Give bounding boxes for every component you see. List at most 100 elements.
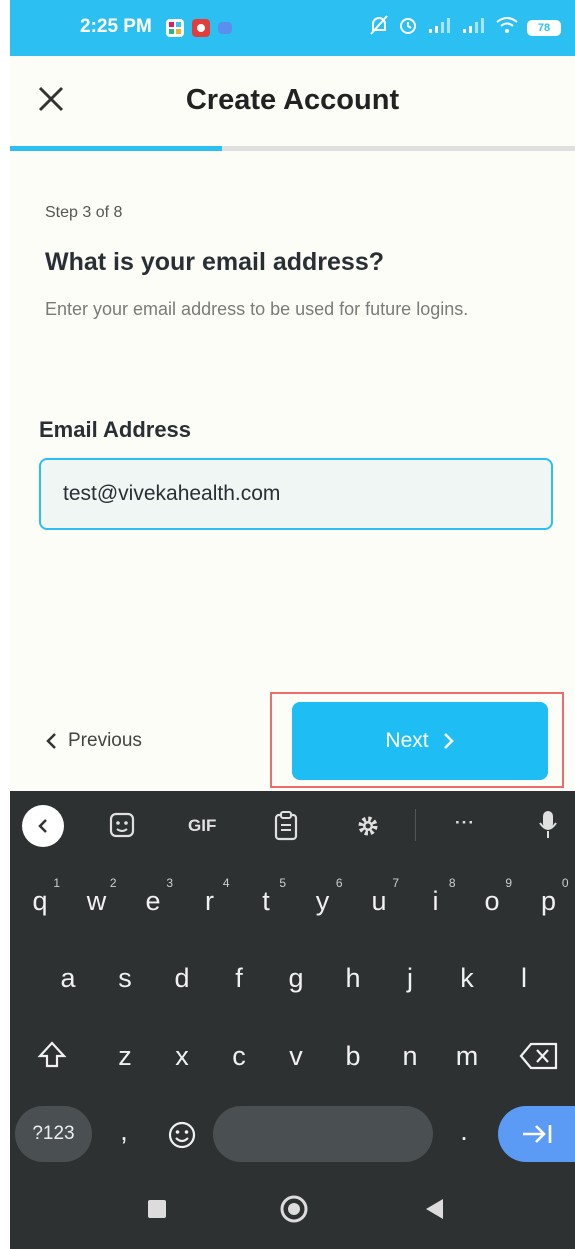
key-u[interactable]: u7	[357, 876, 401, 917]
key-label: e	[145, 886, 161, 916]
key-r[interactable]: r4	[188, 876, 232, 917]
key-hint-number: 0	[561, 876, 569, 890]
key-i[interactable]: i8	[414, 876, 458, 917]
key-label: u	[371, 886, 387, 916]
key-v[interactable]: v	[274, 1041, 318, 1072]
key-o[interactable]: o9	[470, 876, 514, 917]
status-bar: 2:25 PM 78	[10, 0, 575, 56]
recents-button[interactable]	[143, 1195, 171, 1223]
key-label: h	[345, 963, 361, 993]
next-button[interactable]: Next	[292, 702, 548, 780]
key-hint-number: 4	[222, 876, 230, 890]
space-key[interactable]	[213, 1106, 433, 1162]
progress-bar	[10, 146, 575, 151]
key-label: s	[118, 963, 132, 993]
key-label: a	[60, 963, 76, 993]
progress-bar-fill	[10, 146, 222, 151]
key-label: c	[232, 1041, 246, 1071]
key-label: f	[235, 963, 243, 993]
key-b[interactable]: b	[331, 1041, 375, 1072]
key-e[interactable]: e3	[131, 876, 175, 917]
key-g[interactable]: g	[274, 963, 318, 994]
sticker-icon[interactable]	[108, 811, 136, 844]
key-label: k	[460, 963, 474, 993]
toolbar-divider	[415, 809, 416, 841]
shift-icon	[37, 1041, 67, 1068]
key-k[interactable]: k	[445, 963, 489, 994]
key-label: b	[345, 1041, 361, 1071]
key-q[interactable]: q1	[18, 876, 62, 917]
previous-button[interactable]: Previous	[44, 730, 142, 752]
key-hint-number: 3	[166, 876, 173, 890]
key-t[interactable]: t5	[244, 876, 288, 917]
period-key[interactable]: .	[442, 1116, 486, 1147]
chevron-left-icon	[38, 819, 47, 833]
key-label: z	[118, 1041, 132, 1071]
key-label: r	[205, 886, 214, 916]
key-l[interactable]: l	[502, 963, 546, 994]
key-label: q	[32, 886, 48, 916]
recents-icon	[148, 1200, 166, 1218]
key-label: o	[484, 886, 500, 916]
next-field-key[interactable]	[498, 1106, 575, 1162]
microphone-icon[interactable]	[538, 809, 558, 846]
app-header: Create Account	[10, 56, 575, 146]
key-s[interactable]: s	[103, 963, 147, 994]
alarm-icon	[397, 14, 419, 41]
back-button[interactable]	[420, 1195, 448, 1223]
battery-icon: 78	[527, 19, 561, 36]
key-hint-number: 6	[335, 876, 343, 890]
home-button[interactable]	[278, 1193, 310, 1225]
key-hint-number: 9	[505, 876, 512, 890]
signal-icon	[427, 17, 453, 38]
soft-keyboard: GIF ··· q1w2e3r4t5y6u7i8o9p0 asdfghjkl z…	[10, 791, 575, 1249]
keyboard-collapse-button[interactable]	[22, 805, 64, 847]
backspace-key[interactable]	[515, 1036, 563, 1076]
clipboard-icon[interactable]	[273, 811, 299, 846]
emoji-icon	[168, 1121, 196, 1149]
email-field[interactable]	[39, 458, 553, 530]
key-y[interactable]: y6	[301, 876, 345, 917]
key-label: y	[315, 886, 330, 916]
key-j[interactable]: j	[388, 963, 432, 994]
key-label: t	[262, 886, 270, 916]
shift-key[interactable]	[30, 1033, 74, 1077]
key-w[interactable]: w2	[75, 876, 119, 917]
gear-icon[interactable]	[354, 812, 382, 845]
backspace-icon	[519, 1042, 558, 1070]
comma-key[interactable]: ,	[102, 1116, 146, 1147]
symbols-key[interactable]: ?123	[15, 1106, 92, 1162]
key-n[interactable]: n	[388, 1041, 432, 1072]
key-hint-number: 5	[279, 876, 286, 890]
key-z[interactable]: z	[103, 1041, 147, 1072]
wifi-icon	[495, 16, 519, 39]
key-hint-number: 1	[53, 876, 60, 890]
mute-bell-icon	[369, 14, 389, 41]
more-options-button[interactable]: ···	[455, 813, 475, 833]
key-label: p	[540, 886, 557, 916]
keyboard-toolbar: GIF ···	[10, 791, 575, 861]
key-x[interactable]: x	[160, 1041, 204, 1072]
email-field-label: Email Address	[39, 417, 192, 442]
gif-button[interactable]: GIF	[188, 816, 216, 836]
chevron-left-icon	[46, 733, 56, 749]
previous-label: Previous	[68, 730, 142, 751]
key-h[interactable]: h	[331, 963, 375, 994]
key-d[interactable]: d	[160, 963, 204, 994]
app-screen: 2:25 PM 78 Create Account Step 3 of 8 Wh…	[10, 0, 575, 1249]
key-label: j	[407, 963, 413, 993]
key-label: i	[432, 886, 439, 916]
key-f[interactable]: f	[217, 963, 261, 994]
key-label: n	[402, 1041, 418, 1071]
status-time: 2:25 PM	[80, 16, 152, 37]
key-label: x	[175, 1041, 189, 1071]
signal-icon-2	[461, 17, 487, 38]
key-a[interactable]: a	[46, 963, 90, 994]
key-hint-number: 2	[109, 876, 117, 890]
emoji-key[interactable]	[160, 1113, 204, 1157]
key-p[interactable]: p0	[527, 876, 571, 917]
key-m[interactable]: m	[445, 1041, 489, 1072]
key-c[interactable]: c	[217, 1041, 261, 1072]
key-label: v	[289, 1041, 303, 1071]
next-button-highlight: Next	[270, 692, 564, 788]
